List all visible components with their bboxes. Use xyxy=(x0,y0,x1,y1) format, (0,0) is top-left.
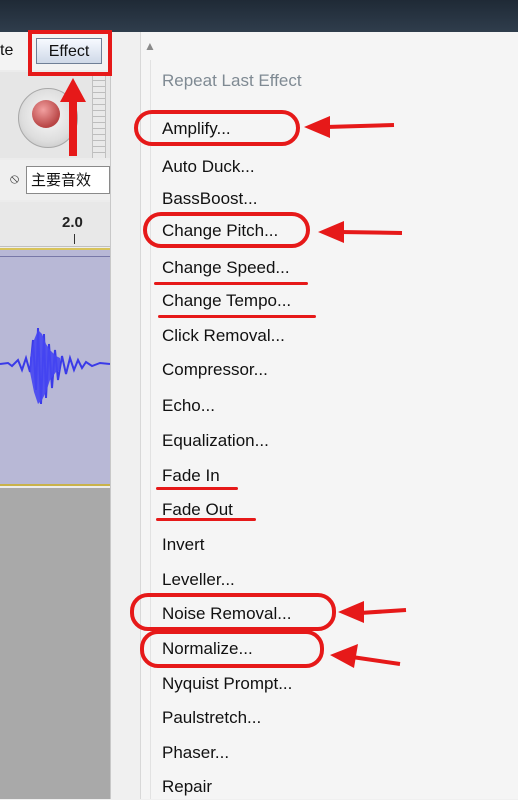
menu-item-paulstretch[interactable]: Paulstretch... xyxy=(162,705,261,731)
waveform xyxy=(0,327,110,405)
menu-item-fade-in[interactable]: Fade In xyxy=(162,463,220,489)
menu-item-nyquist-prompt[interactable]: Nyquist Prompt... xyxy=(162,671,292,697)
menu-item-compressor[interactable]: Compressor... xyxy=(162,357,268,383)
menu-item-amplify[interactable]: Amplify... xyxy=(162,116,231,142)
menu-item-noise-removal[interactable]: Noise Removal... xyxy=(162,601,291,627)
empty-track-area xyxy=(0,488,110,799)
level-meter[interactable] xyxy=(92,74,106,158)
menu-item-bassboost[interactable]: BassBoost... xyxy=(162,186,257,212)
menu-item-auto-duck[interactable]: Auto Duck... xyxy=(162,154,255,180)
menu-item-repeat-last-effect: Repeat Last Effect xyxy=(162,71,302,90)
ruler-tick xyxy=(74,234,75,244)
input-device-select[interactable]: 主要音效 xyxy=(26,166,110,194)
scroll-up-icon[interactable]: ▲ xyxy=(142,38,158,54)
menu-bar-partial-label[interactable]: te xyxy=(0,42,13,60)
record-icon xyxy=(32,100,60,128)
menu-item-equalization[interactable]: Equalization... xyxy=(162,428,269,454)
ruler-tick-label: 2.0 xyxy=(62,214,83,231)
menu-gutter xyxy=(150,60,151,799)
microphone-icon: ⦸ xyxy=(10,170,20,186)
menu-item-click-removal[interactable]: Click Removal... xyxy=(162,323,285,349)
track-center-line xyxy=(0,256,110,257)
timeline-ruler[interactable] xyxy=(0,202,110,247)
menu-item-fade-out[interactable]: Fade Out xyxy=(162,497,233,523)
menu-item-normalize[interactable]: Normalize... xyxy=(162,636,253,662)
menu-item-phaser[interactable]: Phaser... xyxy=(162,740,229,766)
menu-item-repair[interactable]: Repair xyxy=(162,774,212,800)
menu-item-change-pitch[interactable]: Change Pitch... xyxy=(162,218,278,244)
window-titlebar xyxy=(0,0,518,32)
menu-item-change-speed[interactable]: Change Speed... xyxy=(162,255,290,281)
menu-item-echo[interactable]: Echo... xyxy=(162,393,215,419)
menu-item-leveller[interactable]: Leveller... xyxy=(162,567,235,593)
effect-menu-button[interactable]: Effect xyxy=(36,38,102,64)
menu-item-invert[interactable]: Invert xyxy=(162,532,205,558)
menu-item-change-tempo[interactable]: Change Tempo... xyxy=(162,288,291,314)
